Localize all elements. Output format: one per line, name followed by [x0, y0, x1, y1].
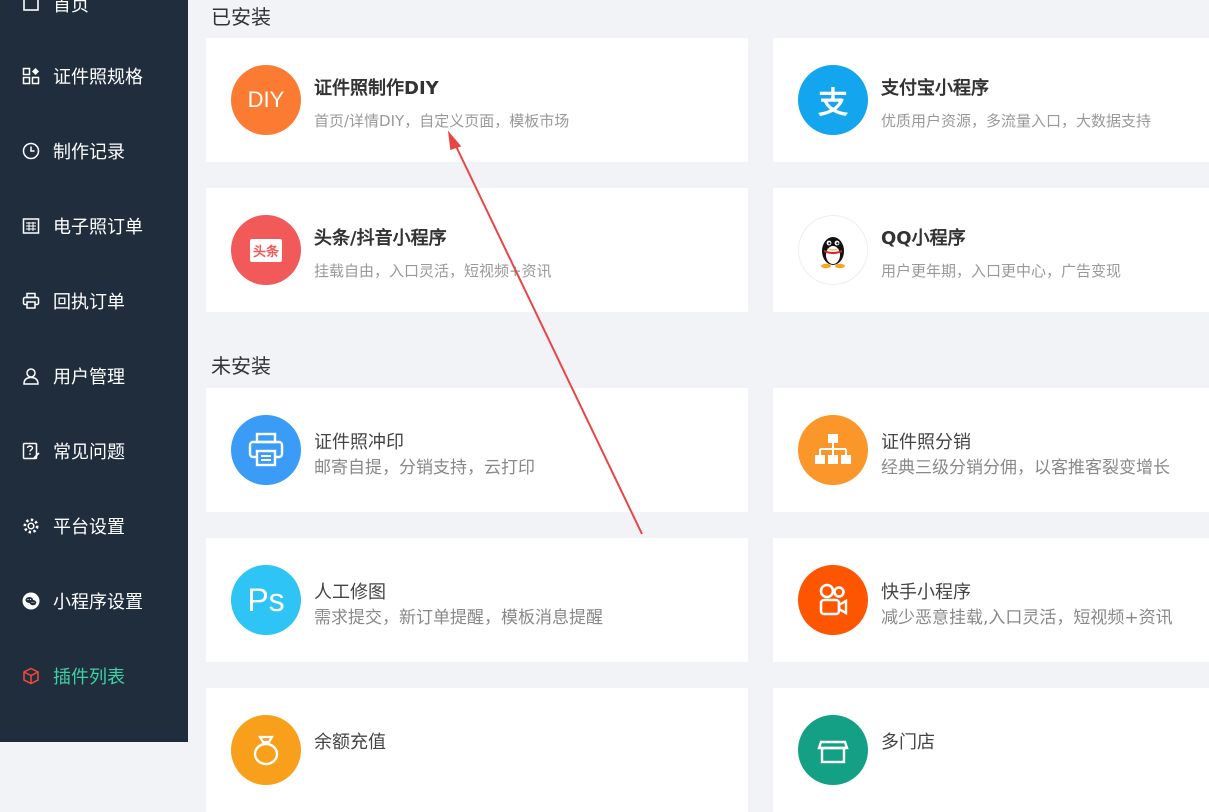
plugin-desc: 用户更年期，入口更中心，广告变现: [881, 262, 1122, 280]
sidebar-item-miniprogram-settings[interactable]: 小程序设置: [0, 581, 188, 621]
sidebar-item-label: 常见问题: [53, 442, 125, 463]
sidebar-item-receipt-orders[interactable]: 回执订单: [0, 281, 188, 321]
plugin-title: QQ小程序: [881, 228, 966, 249]
qq-penguin-icon: [798, 215, 868, 285]
sidebar-item-platform-settings[interactable]: 平台设置: [0, 506, 188, 546]
printer-icon: [231, 415, 301, 485]
cube-icon: [23, 667, 39, 685]
plugin-title: 支付宝小程序: [881, 78, 989, 99]
sidebar-item-label: 回执订单: [53, 292, 125, 313]
calendar-icon: [22, 218, 40, 234]
diy-icon: DIY: [231, 65, 301, 135]
grid-icon: [22, 67, 40, 85]
sidebar-item-label: 首页: [53, 0, 89, 16]
plugin-card-multi-store[interactable]: 多门店: [773, 688, 1209, 812]
plugin-desc: 邮寄自提，分销支持，云打印: [314, 458, 535, 478]
hierarchy-icon: [798, 415, 868, 485]
plugin-title: 证件照冲印: [314, 432, 404, 453]
sidebar-item-plugins[interactable]: 插件列表: [0, 656, 188, 696]
plugin-card-alipay[interactable]: 支 支付宝小程序 优质用户资源，多流量入口，大数据支持: [773, 38, 1209, 162]
plugin-card-photo-distribution[interactable]: 证件照分销 经典三级分销分佣，以客推客裂变增长: [773, 388, 1209, 512]
installed-section-title: 已安装: [211, 5, 271, 29]
sidebar-item-faq[interactable]: 常见问题: [0, 431, 188, 471]
sidebar-item-spec[interactable]: 证件照规格: [0, 56, 188, 96]
plugin-title: 证件照分销: [881, 432, 971, 453]
sidebar-item-label: 插件列表: [53, 667, 125, 688]
sidebar-item-label: 平台设置: [53, 517, 125, 538]
alipay-icon: 支: [798, 65, 868, 135]
plugin-list-panel: 已安装 DIY 证件照制作DIY 首页/详情DIY，自定义页面，模板市场 支 支…: [188, 0, 1209, 812]
plugin-card-photo-print[interactable]: 证件照冲印 邮寄自提，分销支持，云打印: [206, 388, 748, 512]
uninstalled-section-title: 未安装: [211, 354, 271, 378]
sidebar-item-records[interactable]: 制作记录: [0, 131, 188, 171]
kuaishou-camera-icon: [798, 565, 868, 635]
plugin-desc: 优质用户资源，多流量入口，大数据支持: [881, 112, 1152, 130]
plugin-title: 人工修图: [314, 582, 386, 603]
plugin-desc: 经典三级分销分佣，以客推客裂变增长: [881, 458, 1170, 478]
sidebar-item-label: 证件照规格: [53, 67, 143, 88]
plugin-desc: 需求提交，新订单提醒，模板消息提醒: [314, 608, 603, 628]
plugin-title: 多门店: [881, 732, 935, 753]
photoshop-icon: Ps: [231, 565, 301, 635]
plugin-desc: 首页/详情DIY，自定义页面，模板市场: [314, 112, 570, 130]
question-edit-icon: [22, 442, 40, 460]
sidebar-item-label: 小程序设置: [53, 592, 143, 613]
plugin-card-balance-recharge[interactable]: 余额充值: [206, 688, 748, 812]
plugin-desc: 减少恶意挂载,入口灵活，短视频+资讯: [881, 608, 1173, 628]
store-icon: [798, 715, 868, 785]
plugin-title: 快手小程序: [881, 582, 971, 603]
sidebar-item-label: 电子照订单: [53, 217, 143, 238]
plugin-card-qq[interactable]: QQ小程序 用户更年期，入口更中心，广告变现: [773, 188, 1209, 312]
plugin-card-manual-retouch[interactable]: Ps 人工修图 需求提交，新订单提醒，模板消息提醒: [206, 538, 748, 662]
sidebar-item-e-photo-orders[interactable]: 电子照订单: [0, 206, 188, 246]
sidebar: 首页 证件照规格 制作记录 电子照订单 回执订单 用户管理 常见问题 平台设置 …: [0, 0, 188, 742]
sidebar-item-home[interactable]: 首页: [0, 0, 188, 24]
plugin-title: 余额充值: [314, 732, 386, 753]
home-icon: [23, 0, 39, 11]
printer-icon: [22, 292, 40, 309]
plugin-card-diy[interactable]: DIY 证件照制作DIY 首页/详情DIY，自定义页面，模板市场: [206, 38, 748, 162]
plugin-title: 头条/抖音小程序: [314, 228, 447, 249]
toutiao-icon: 头条: [231, 215, 301, 285]
wallet-icon: [231, 715, 301, 785]
user-icon: [23, 368, 39, 385]
gear-icon: [23, 518, 39, 534]
sidebar-item-users[interactable]: 用户管理: [0, 356, 188, 396]
sidebar-item-label: 制作记录: [53, 142, 125, 163]
plugin-desc: 挂载自由，入口灵活，短视频+资讯: [314, 262, 552, 280]
plugin-card-toutiao[interactable]: 头条 头条/抖音小程序 挂载自由，入口灵活，短视频+资讯: [206, 188, 748, 312]
sidebar-item-label: 用户管理: [53, 367, 125, 388]
clock-icon: [22, 142, 40, 160]
plugin-card-kuaishou[interactable]: 快手小程序 减少恶意挂载,入口灵活，短视频+资讯: [773, 538, 1209, 662]
plugin-title: 证件照制作DIY: [314, 78, 439, 99]
wechat-icon: [22, 592, 40, 610]
